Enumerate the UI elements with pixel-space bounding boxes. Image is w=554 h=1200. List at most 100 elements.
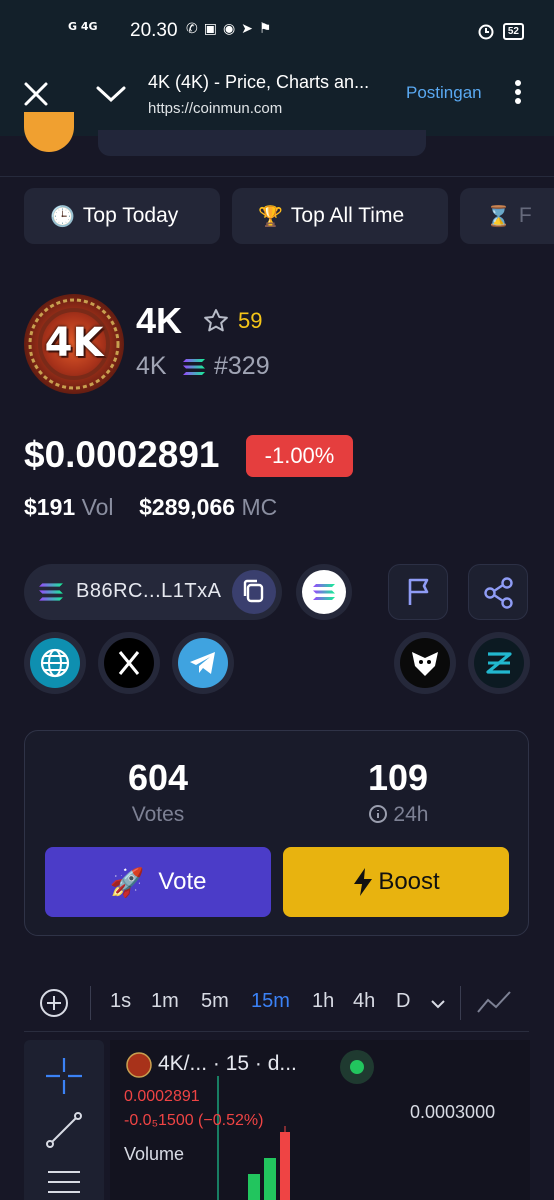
chart-pair-label: 4K/... · 15 · d... (158, 1052, 297, 1075)
clock-icon: 🕒 (50, 204, 75, 228)
filter-label: Top Today (82, 204, 179, 227)
eagle-icon (412, 652, 438, 676)
website-button[interactable] (24, 632, 86, 694)
chart-price: 0.0002891 (124, 1088, 200, 1105)
volume-value: $191 (24, 494, 76, 520)
price-change-badge: -1.00% (246, 435, 353, 477)
vote-button[interactable]: 🚀 Vote (45, 847, 271, 917)
close-icon[interactable] (22, 80, 50, 108)
more-options-icon[interactable] (508, 78, 528, 108)
hourglass-icon: ⌛ (486, 204, 511, 228)
boost-button[interactable]: Boost (283, 847, 509, 917)
live-indicator (340, 1050, 374, 1084)
trend-line-icon[interactable] (44, 1110, 84, 1150)
market-cap-label: MC (241, 494, 278, 520)
clock: 20.30 (130, 20, 178, 41)
flag-icon (408, 578, 429, 605)
token-name: 4K (136, 300, 183, 341)
price-chart[interactable]: 4K/... · 15 · d... 0.0002891 -0.0₅1500 (… (110, 1040, 530, 1200)
solana-icon (183, 359, 205, 375)
timeframe-15m[interactable]: 15m (251, 990, 290, 1013)
timeframe-1s[interactable]: 1s (110, 990, 131, 1013)
contract-address[interactable]: B86RC...L1TxA (24, 564, 282, 620)
chevron-down-icon[interactable] (94, 80, 128, 108)
toolbar-separator (90, 986, 91, 1020)
token-logo-small (126, 1052, 152, 1078)
volume-label: Vol (81, 494, 114, 520)
filter-label: F (518, 204, 532, 227)
search-input[interactable] (98, 130, 426, 156)
token-symbol: 4K (136, 352, 167, 380)
browser-toolbar: 4K (4K) - Price, Charts an... https://co… (0, 60, 554, 136)
page-url: https://coinmun.com (148, 100, 283, 117)
timeframe-5m[interactable]: 5m (201, 990, 229, 1013)
star-icon[interactable] (202, 307, 230, 335)
status-bar: G 4G 20.30 ✆▣◉➤⚑ 52 (0, 0, 554, 60)
crosshair-icon[interactable] (44, 1056, 84, 1096)
telegram-button[interactable] (172, 632, 234, 694)
chart-type-icon[interactable] (476, 990, 512, 1016)
network-indicator: G 4G (68, 20, 98, 33)
votes-24h-label: 24h (298, 803, 498, 827)
market-cap-value: $289,066 (139, 494, 236, 520)
chevron-down-icon[interactable] (430, 998, 446, 1010)
star-count: 59 (238, 308, 263, 333)
token-logo: 4K (24, 294, 124, 394)
vote-label: Vote (158, 868, 207, 895)
timeframe-4h[interactable]: 4h (353, 990, 375, 1013)
battery-icon: 52 (502, 22, 524, 40)
timeframe-1d[interactable]: D (396, 990, 410, 1013)
votes-card: 604 Votes 109 24h 🚀 Vote Boost (24, 730, 529, 936)
votes-count: 604 (127, 757, 189, 798)
add-indicator-icon[interactable] (38, 987, 70, 1019)
trophy-icon: 🏆 (258, 204, 283, 228)
info-icon (368, 805, 387, 823)
filter-label: Top All Time (290, 204, 405, 227)
copy-icon (243, 579, 264, 603)
token-stats: $191 Vol $289,066 MC (24, 494, 277, 521)
price-axis-label: 0.0003000 (410, 1102, 496, 1122)
share-button[interactable] (468, 564, 528, 620)
solana-icon (313, 584, 335, 600)
globe-icon (40, 648, 70, 678)
votes-24h-count: 109 (367, 757, 429, 798)
token-price: $0.0002891 (24, 434, 220, 475)
alarm-icon (478, 24, 494, 40)
timeframe-1m[interactable]: 1m (151, 990, 179, 1013)
header-divider (0, 176, 554, 177)
filter-third[interactable]: ⌛ F (460, 188, 554, 244)
x-twitter-button[interactable] (98, 632, 160, 694)
lines-icon[interactable] (44, 1168, 84, 1198)
chart-toolbar: 1s 1m 5m 15m 1h 4h D (24, 974, 529, 1032)
scanner-button[interactable] (394, 632, 456, 694)
page-title: 4K (4K) - Price, Charts an... (148, 72, 370, 92)
votes-24h-text: 24h (393, 803, 429, 826)
dex-icon (486, 652, 512, 674)
votes-label: Votes (131, 803, 185, 826)
filter-top-today[interactable]: 🕒 Top Today (24, 188, 220, 244)
x-logo-icon (118, 651, 140, 675)
chart-drawing-toolbar (24, 1040, 104, 1200)
share-icon (484, 577, 513, 609)
dexscreener-button[interactable] (468, 632, 530, 694)
rocket-icon: 🚀 (109, 865, 145, 899)
notification-icons: ✆▣◉➤⚑ (186, 21, 278, 37)
boost-label: Boost (378, 868, 440, 895)
lightning-icon (354, 868, 373, 896)
token-logo-text: 4K (44, 320, 104, 366)
chart-volume-label: Volume (124, 1144, 185, 1164)
timeframe-1h[interactable]: 1h (312, 990, 334, 1013)
telegram-icon (190, 652, 215, 674)
solana-icon (39, 583, 63, 601)
post-link[interactable]: Postingan (406, 83, 482, 103)
site-logo[interactable] (24, 112, 74, 152)
solana-chain-button[interactable] (296, 564, 352, 620)
status-right: 52 (477, 22, 524, 40)
address-text: B86RC...L1TxA (76, 580, 222, 602)
chart-change: -0.0₅1500 (−0.52%) (124, 1112, 264, 1129)
copy-button[interactable] (232, 570, 276, 614)
filter-top-all-time[interactable]: 🏆 Top All Time (232, 188, 448, 244)
toolbar-separator (460, 986, 461, 1020)
token-rank: #329 (214, 352, 270, 380)
report-button[interactable] (388, 564, 448, 620)
